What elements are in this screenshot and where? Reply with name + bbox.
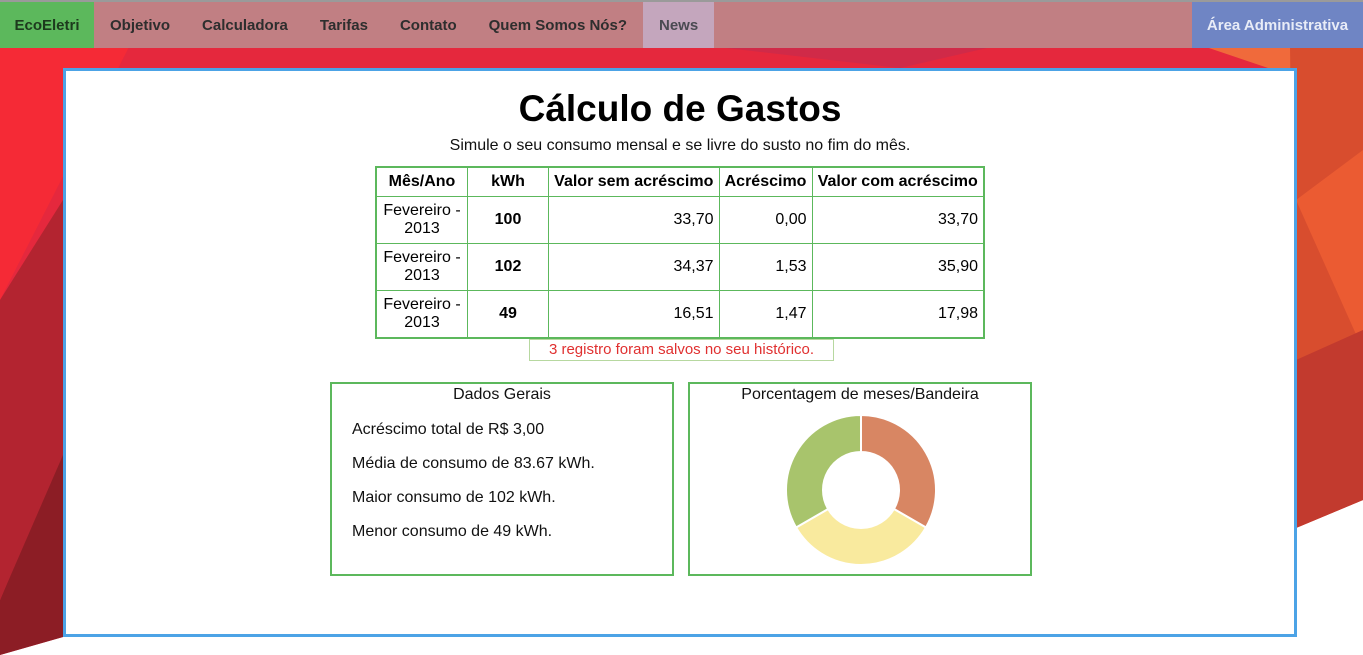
cell-valor-sem: 33,70: [548, 196, 720, 244]
nav-item-news[interactable]: News: [642, 2, 715, 48]
general-data-title: Dados Gerais: [453, 386, 551, 403]
nav-item-contato[interactable]: Contato: [384, 2, 473, 48]
column-header-valor-com: Valor com acréscimo: [811, 166, 985, 197]
table-row: Fevereiro - 2013 102 34,37 1,53 35,90: [375, 243, 985, 291]
cell-kwh: 49: [467, 290, 549, 339]
cell-valor-sem: 34,37: [548, 243, 720, 291]
cell-valor-com: 35,90: [811, 243, 985, 291]
column-header-acrescimo: Acréscimo: [718, 166, 813, 197]
cell-kwh: 100: [467, 196, 549, 244]
page-subtitle: Simule o seu consumo mensal e se livre d…: [449, 137, 911, 154]
stat-media-consumo: Média de consumo de 83.67 kWh.: [352, 455, 595, 472]
table-header-row: Mês/Ano kWh Valor sem acréscimo Acréscim…: [375, 166, 985, 197]
cell-valor-sem: 16,51: [548, 290, 720, 339]
cell-valor-com: 33,70: [811, 196, 985, 244]
stat-menor-consumo: Menor consumo de 49 kWh.: [352, 523, 553, 540]
cell-mes-ano: Fevereiro - 2013: [375, 290, 468, 339]
nav-item-calculadora[interactable]: Calculadora: [186, 2, 304, 48]
saved-history-message: 3 registro foram salvos no seu histórico…: [529, 339, 834, 361]
column-header-valor-sem: Valor sem acréscimo: [548, 166, 720, 197]
column-header-mes-ano: Mês/Ano: [375, 166, 468, 197]
nav-item-tarifas[interactable]: Tarifas: [304, 2, 384, 48]
nav-admin-link[interactable]: Área Administrativa: [1192, 2, 1363, 48]
consumption-table: Mês/Ano kWh Valor sem acréscimo Acréscim…: [375, 166, 985, 339]
cell-kwh: 102: [467, 243, 549, 291]
percent-chart-card: Porcentagem de meses/Bandeira: [688, 382, 1032, 576]
table-row: Fevereiro - 2013 100 33,70 0,00 33,70: [375, 196, 985, 244]
table-row: Fevereiro - 2013 49 16,51 1,47 17,98: [375, 290, 985, 339]
top-navbar: EcoEletri Objetivo Calculadora Tarifas C…: [0, 0, 1363, 48]
percent-chart-title: Porcentagem de meses/Bandeira: [741, 386, 979, 403]
nav-brand-link[interactable]: EcoEletri: [0, 2, 94, 48]
donut-chart: [785, 414, 937, 566]
nav-item-objetivo[interactable]: Objetivo: [94, 2, 186, 48]
cell-acrescimo: 0,00: [718, 196, 813, 244]
stat-total-acrescimo: Acréscimo total de R$ 3,00: [352, 421, 545, 438]
general-data-card: Dados Gerais Acréscimo total de R$ 3,00 …: [330, 382, 674, 576]
page-title: Cálculo de Gastos: [518, 88, 842, 129]
cell-valor-com: 17,98: [811, 290, 985, 339]
nav-item-quem-somos[interactable]: Quem Somos Nós?: [473, 2, 643, 48]
main-panel: Cálculo de Gastos Simule o seu consumo m…: [63, 68, 1297, 637]
cell-mes-ano: Fevereiro - 2013: [375, 243, 468, 291]
cell-mes-ano: Fevereiro - 2013: [375, 196, 468, 244]
stat-maior-consumo: Maior consumo de 102 kWh.: [352, 489, 556, 506]
cell-acrescimo: 1,53: [718, 243, 813, 291]
cell-acrescimo: 1,47: [718, 290, 813, 339]
column-header-kwh: kWh: [467, 166, 549, 197]
donut-slice-2: [785, 414, 862, 529]
